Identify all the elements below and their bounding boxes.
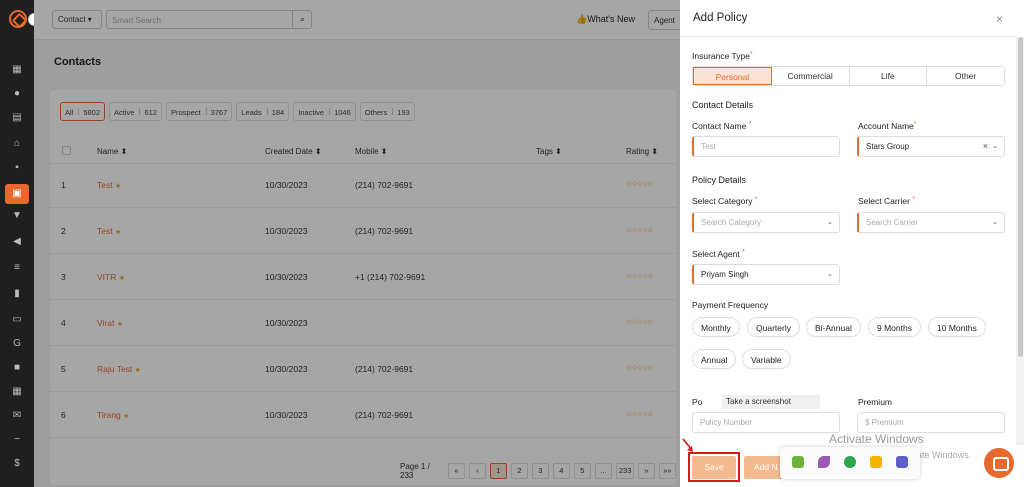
- category-select[interactable]: Search Category ⌄: [692, 212, 840, 233]
- contact-name-label: Contact Name *: [692, 121, 751, 131]
- contact-details-heading: Contact Details: [692, 100, 754, 110]
- security-app-icon[interactable]: [870, 456, 882, 468]
- google-icon[interactable]: G: [11, 338, 23, 350]
- agent-value: Priyam Singh: [701, 270, 749, 279]
- app-logo: [9, 10, 27, 28]
- recycle-app-icon[interactable]: [844, 456, 856, 468]
- teams-app-icon[interactable]: [896, 456, 908, 468]
- mail-icon[interactable]: ✉: [11, 410, 23, 422]
- premium-label: Premium: [858, 397, 893, 407]
- briefcase-icon[interactable]: ■: [11, 362, 23, 374]
- pen-app-icon[interactable]: [818, 456, 830, 468]
- insurance-type-text: Insurance Type: [692, 51, 750, 61]
- frequency-annual[interactable]: Annual: [692, 349, 737, 369]
- required-mark: *: [913, 121, 917, 128]
- insurance-type-tabs: Personal Commercial Life Other: [692, 66, 1005, 86]
- contacts-icon[interactable]: ▣: [5, 184, 29, 204]
- check-app-icon[interactable]: [792, 456, 804, 468]
- category-placeholder: Search Category: [701, 218, 762, 227]
- carrier-label: Select Carrier *: [858, 196, 915, 206]
- dollar-icon[interactable]: $: [11, 458, 23, 470]
- category-label: Select Category *: [692, 196, 758, 206]
- sidebar: › ▦ ● ▤ ⌂ ▪ ▣ ▼ ◀ ≡ ▮ ▭ G ■ ▦ ✉ ~ $: [0, 0, 41, 487]
- policy-details-heading: Policy Details: [692, 175, 747, 185]
- close-icon[interactable]: ×: [996, 12, 1003, 26]
- agent-label: Select Agent *: [692, 249, 745, 259]
- pointer-arrow-icon: [682, 438, 693, 452]
- highlight-box: [688, 452, 740, 482]
- tab-life[interactable]: Life: [850, 67, 928, 85]
- modal-backdrop[interactable]: [34, 0, 680, 487]
- category-text: Select Category: [692, 196, 753, 206]
- payment-frequency-label: Payment Frequency: [692, 300, 769, 310]
- account-name-text: Account Name: [858, 121, 914, 131]
- required-mark: *: [912, 196, 916, 203]
- panel-header: Add Policy ×: [680, 0, 1016, 37]
- filter-icon[interactable]: ▼: [11, 210, 23, 222]
- frequency-monthly[interactable]: Monthly: [692, 317, 740, 337]
- contact-name-text: Contact Name: [692, 121, 747, 131]
- tab-personal[interactable]: Personal: [693, 67, 772, 85]
- list-icon[interactable]: ≡: [11, 262, 23, 274]
- calendar-icon[interactable]: ▦: [11, 386, 23, 398]
- megaphone-icon[interactable]: ◀: [11, 236, 23, 248]
- chat-icon[interactable]: [984, 448, 1014, 478]
- users-icon[interactable]: ●: [11, 88, 23, 100]
- activate-windows-title: Activate Windows: [829, 432, 924, 446]
- panel-scrollbar[interactable]: [1016, 37, 1024, 445]
- insurance-type-label: Insurance Type*: [692, 51, 753, 61]
- carrier-placeholder: Search Carrier: [866, 218, 919, 227]
- chevron-down-icon[interactable]: ⌄: [992, 218, 998, 226]
- contact-name-field[interactable]: Test: [692, 136, 840, 157]
- required-mark: *: [748, 121, 752, 128]
- screenshot-tooltip: Take a screenshot: [722, 395, 820, 409]
- clear-icon[interactable]: ×: [983, 141, 988, 151]
- frequency-variable[interactable]: Variable: [742, 349, 791, 369]
- chart-icon[interactable]: ▮: [11, 288, 23, 300]
- frequency-quarterly[interactable]: Quarterly: [747, 317, 800, 337]
- chevron-down-icon[interactable]: ⌄: [992, 142, 998, 150]
- taskbar-tray: [780, 447, 920, 479]
- frequency-9-months[interactable]: 9 Months: [868, 317, 921, 337]
- signature-icon[interactable]: ~: [11, 434, 23, 446]
- account-name-value: Stars Group: [866, 142, 910, 151]
- bank-icon[interactable]: ⌂: [11, 138, 23, 150]
- frequency-bi-annual[interactable]: Bi-Annual: [806, 317, 861, 337]
- chevron-down-icon[interactable]: ⌄: [827, 270, 833, 278]
- panel-title: Add Policy: [693, 12, 748, 24]
- required-mark: *: [754, 196, 758, 203]
- grid-icon[interactable]: ▪: [11, 162, 23, 174]
- policy-number-label: Po: [692, 397, 703, 407]
- folder-icon[interactable]: ▭: [11, 314, 23, 326]
- premium-input[interactable]: $ Premium: [857, 412, 1005, 433]
- required-mark: *: [749, 51, 753, 58]
- policy-number-input[interactable]: Policy Number: [692, 412, 840, 433]
- frequency-10-months[interactable]: 10 Months: [928, 317, 986, 337]
- carrier-select[interactable]: Search Carrier ⌄: [857, 212, 1005, 233]
- chevron-down-icon[interactable]: ⌄: [827, 218, 833, 226]
- scrollbar-thumb[interactable]: [1018, 37, 1023, 357]
- account-name-select[interactable]: Stars Group × ⌄: [857, 136, 1005, 157]
- agent-text: Select Agent: [692, 249, 740, 259]
- account-name-label: Account Name*: [858, 121, 916, 131]
- carrier-text: Select Carrier: [858, 196, 910, 206]
- tab-commercial[interactable]: Commercial: [772, 67, 850, 85]
- agent-select[interactable]: Priyam Singh ⌄: [692, 264, 840, 285]
- documents-icon[interactable]: ▤: [11, 112, 23, 124]
- add-policy-panel: Add Policy × Insurance Type* Personal Co…: [680, 0, 1024, 487]
- dashboard-icon[interactable]: ▦: [11, 64, 23, 76]
- tab-other[interactable]: Other: [927, 67, 1004, 85]
- required-mark: *: [742, 249, 745, 256]
